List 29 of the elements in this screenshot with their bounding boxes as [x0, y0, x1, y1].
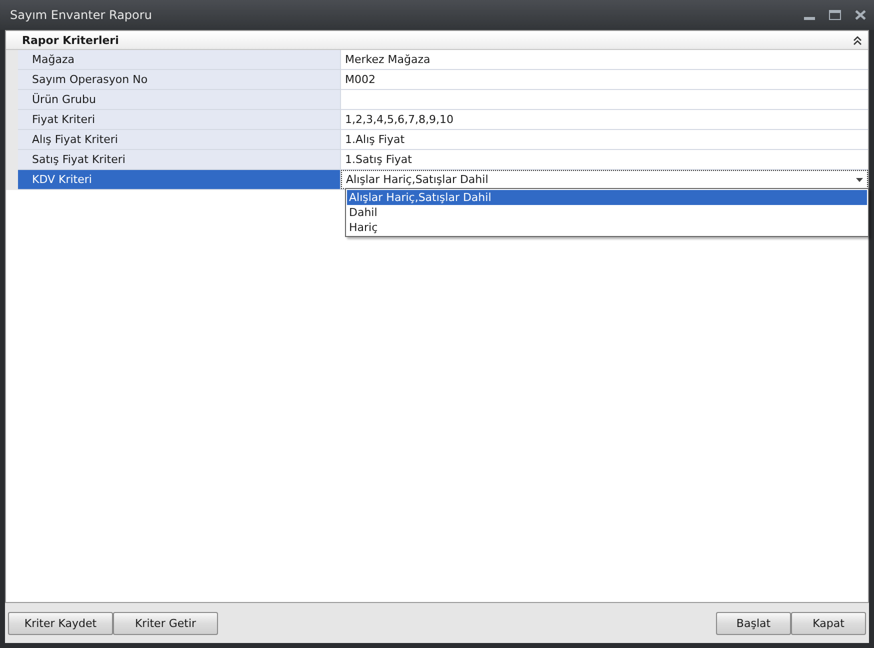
property-label[interactable]: Mağaza [18, 50, 341, 69]
footer-button[interactable]: Kriter Getir [113, 612, 218, 634]
footer-button[interactable]: Başlat [716, 612, 791, 634]
dropdown-option[interactable]: Alışlar Hariç,Satışlar Dahil [347, 190, 867, 205]
property-label[interactable]: Sayım Operasyon No [18, 70, 341, 89]
dropdown-option[interactable]: Hariç [347, 220, 867, 235]
property-value[interactable]: M002 [341, 70, 868, 89]
property-label[interactable]: Ürün Grubu [18, 90, 341, 109]
group-title: Rapor Kriterleri [22, 34, 119, 46]
close-button[interactable] [853, 8, 868, 22]
property-value[interactable]: 1,2,3,4,5,6,7,8,9,10 [341, 110, 868, 129]
caret-icon [856, 178, 863, 182]
footer-button[interactable]: Kapat [791, 612, 866, 634]
maximize-button[interactable] [827, 8, 843, 22]
property-label[interactable]: Satış Fiyat Kriteri [18, 150, 341, 169]
minimize-icon [804, 17, 815, 20]
property-label[interactable]: Fiyat Kriteri [18, 110, 341, 129]
footer-button[interactable]: Kriter Kaydet [8, 612, 113, 634]
property-value[interactable]: 1.Alış Fiyat [341, 130, 868, 149]
chevron-icon [853, 36, 862, 44]
property-label[interactable]: Alış Fiyat Kriteri [18, 130, 341, 149]
property-value[interactable]: Merkez Mağaza [341, 50, 868, 69]
close-icon [855, 10, 866, 20]
collapse-button[interactable] [853, 36, 862, 44]
dropdown-option[interactable]: Dahil [347, 205, 867, 220]
maximize-icon [829, 10, 841, 20]
window-title: Sayım Envanter Raporu [10, 8, 152, 22]
property-label[interactable]: KDV Kriteri [18, 170, 341, 189]
property-value[interactable]: 1.Satış Fiyat [341, 150, 868, 169]
